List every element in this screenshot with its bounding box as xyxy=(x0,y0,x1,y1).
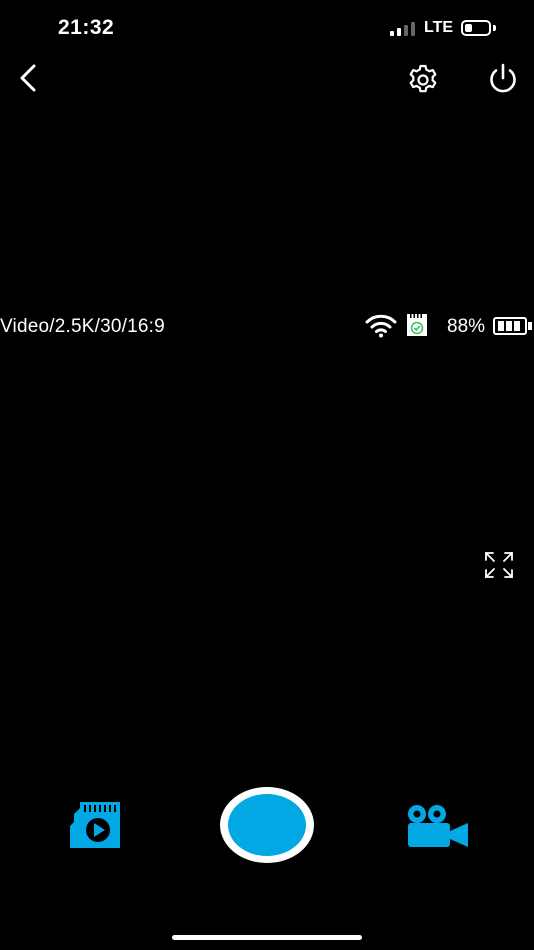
capture-mode-text: Video/2.5K/30/16:9 xyxy=(0,316,165,337)
back-button[interactable] xyxy=(14,62,42,94)
expand-icon xyxy=(485,552,513,578)
gear-icon xyxy=(409,64,437,93)
camera-battery-cap xyxy=(528,322,532,330)
power-icon xyxy=(490,63,516,93)
video-mode-button[interactable] xyxy=(405,803,469,849)
gallery-button[interactable] xyxy=(68,800,122,850)
settings-button[interactable] xyxy=(406,62,440,96)
chevron-left-icon xyxy=(20,64,36,92)
status-time: 21:32 xyxy=(58,16,115,39)
network-type: LTE xyxy=(424,19,454,36)
video-camera-icon xyxy=(408,805,468,847)
power-button[interactable] xyxy=(486,62,520,96)
phone-battery-icon xyxy=(461,20,491,36)
wifi-icon xyxy=(365,314,397,343)
camera-battery-text: 88% xyxy=(447,316,486,337)
phone-battery-cap xyxy=(493,25,496,31)
cellular-signal-icon xyxy=(390,22,418,36)
fullscreen-button[interactable] xyxy=(485,552,513,578)
home-indicator[interactable] xyxy=(172,935,362,940)
sd-card-play-icon xyxy=(70,802,120,848)
camera-battery-icon xyxy=(493,317,527,335)
record-button-inner xyxy=(228,794,306,856)
sd-card-ok-icon xyxy=(406,313,428,342)
record-button[interactable] xyxy=(220,787,314,863)
